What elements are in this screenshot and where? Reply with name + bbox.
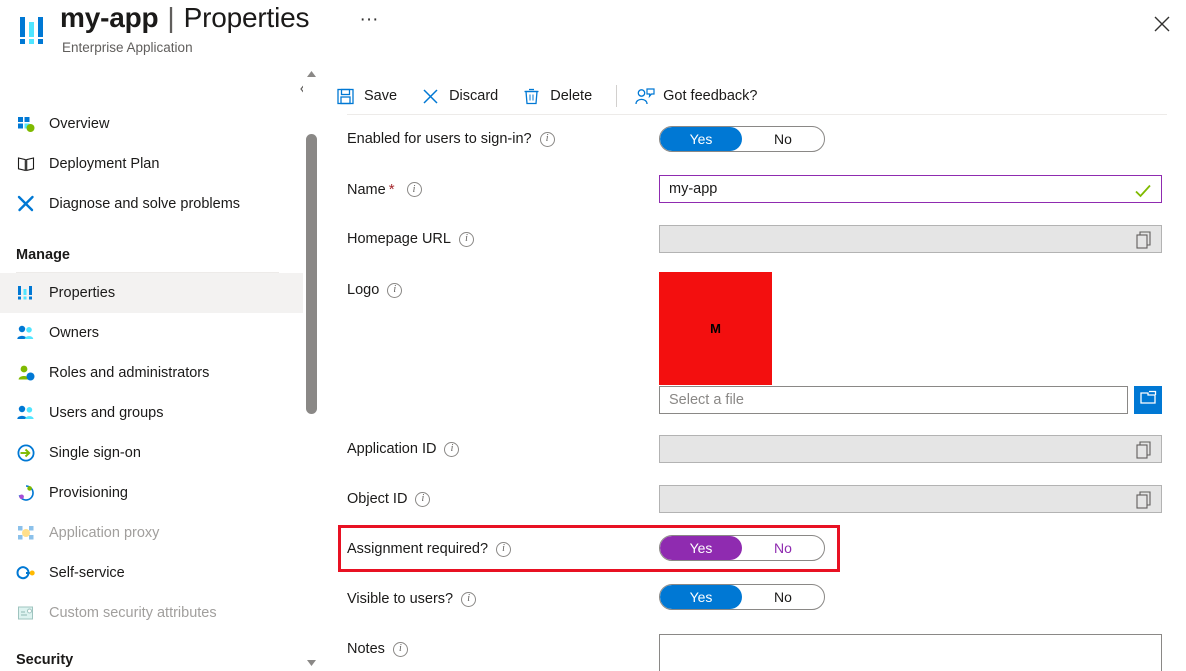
- info-icon[interactable]: i: [458, 231, 474, 247]
- homepage-url-label: Homepage URL i: [347, 231, 474, 247]
- info-icon[interactable]: i: [461, 591, 477, 607]
- visible-to-users-toggle[interactable]: Yes No: [659, 584, 825, 610]
- assignment-required-toggle[interactable]: Yes No: [659, 535, 825, 561]
- name-value: my-app: [669, 181, 718, 197]
- logo-browse-button[interactable]: [1134, 386, 1162, 414]
- notes-label: Notes i: [347, 641, 408, 657]
- object-id-label: Object ID i: [347, 491, 431, 507]
- toggle-yes-option[interactable]: Yes: [660, 536, 742, 560]
- enabled-signin-label: Enabled for users to sign-in? i: [347, 131, 555, 147]
- logo-label: Logo i: [347, 282, 403, 298]
- copy-icon[interactable]: [1136, 441, 1153, 459]
- info-icon[interactable]: i: [392, 641, 408, 657]
- application-id-label: Application ID i: [347, 441, 460, 457]
- toggle-no-option[interactable]: No: [742, 127, 824, 151]
- name-label: Name * i: [347, 181, 422, 198]
- info-icon[interactable]: i: [539, 131, 555, 147]
- info-icon[interactable]: i: [415, 491, 431, 507]
- info-icon[interactable]: i: [496, 541, 512, 557]
- homepage-url-input[interactable]: [659, 225, 1162, 253]
- properties-form: Enabled for users to sign-in? i Yes No N…: [0, 0, 1186, 671]
- copy-icon[interactable]: [1136, 491, 1153, 509]
- properties-blade: my-app | Properties Enterprise Applicati…: [0, 0, 1186, 671]
- object-id-input[interactable]: [659, 485, 1162, 513]
- enabled-signin-toggle[interactable]: Yes No: [659, 126, 825, 152]
- logo-preview-letter: M: [710, 321, 721, 336]
- toggle-no-option[interactable]: No: [742, 585, 824, 609]
- application-id-input[interactable]: [659, 435, 1162, 463]
- folder-browse-icon: [1139, 389, 1158, 411]
- toggle-no-option[interactable]: No: [742, 536, 824, 560]
- valid-check-icon: [1134, 182, 1152, 198]
- toggle-yes-option[interactable]: Yes: [660, 127, 742, 151]
- info-icon[interactable]: i: [444, 441, 460, 457]
- logo-file-input[interactable]: Select a file: [659, 386, 1128, 414]
- info-icon[interactable]: i: [406, 182, 422, 197]
- required-marker: *: [388, 181, 395, 198]
- notes-textarea[interactable]: [659, 634, 1162, 671]
- logo-file-placeholder: Select a file: [669, 392, 744, 408]
- visible-to-users-label: Visible to users? i: [347, 591, 477, 607]
- toggle-yes-option[interactable]: Yes: [660, 585, 742, 609]
- assignment-required-label: Assignment required? i: [347, 541, 512, 557]
- info-icon[interactable]: i: [387, 282, 403, 298]
- copy-icon[interactable]: [1136, 231, 1153, 249]
- name-input[interactable]: my-app: [659, 175, 1162, 203]
- logo-preview: M: [659, 272, 772, 385]
